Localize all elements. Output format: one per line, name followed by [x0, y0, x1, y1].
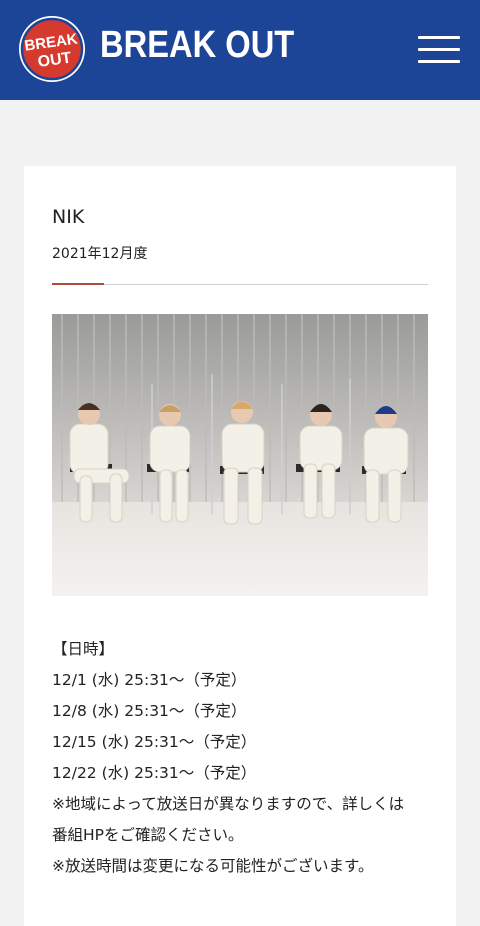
schedule-section: 【日時】 12/1 (水) 25:31～（予定） 12/8 (水) 25:31～… [52, 634, 442, 882]
divider [52, 284, 428, 285]
schedule-item: 12/22 (水) 25:31～（予定） [52, 764, 257, 782]
schedule-item: 12/1 (水) 25:31～（予定） [52, 671, 247, 689]
note-line: ※放送時間は変更になる可能性がございます。 [52, 857, 374, 875]
note-line: ※地域によって放送日が異なりますので、詳しくは [52, 795, 405, 813]
site-title[interactable]: BREAK OUT [100, 24, 294, 67]
schedule-item: 12/15 (水) 25:31～（予定） [52, 733, 257, 751]
hamburger-menu-icon[interactable] [418, 36, 460, 64]
schedule-item: 12/8 (水) 25:31～（予定） [52, 702, 247, 720]
note-line: 番組HPをご確認ください。 [52, 826, 244, 844]
breakout-logo-badge[interactable]: BREAK OUT [18, 15, 86, 83]
program-month: 2021年12月度 [52, 246, 148, 262]
group-photo [52, 314, 428, 596]
program-title: NIK [52, 206, 85, 228]
site-header: BREAK OUT BREAK OUT [0, 0, 480, 100]
article-card: NIK 2021年12月度 【日時】 12/1 (水) 25:31～（予定） 1… [24, 166, 456, 926]
schedule-heading: 【日時】 [52, 640, 115, 658]
divider-accent [52, 283, 104, 285]
